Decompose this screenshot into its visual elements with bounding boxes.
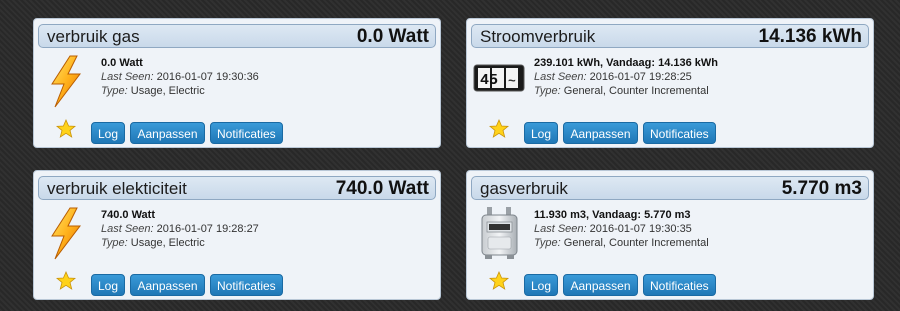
card-header: verbruik elekticiteit 740.0 Watt [38, 176, 436, 200]
notifications-button[interactable]: Notificaties [642, 274, 716, 296]
lightning-icon[interactable] [40, 53, 94, 109]
log-button[interactable]: Log [524, 274, 559, 296]
device-value: 14.136 kWh [758, 26, 863, 47]
device-data: 11.930 m3, Vandaag: 5.770 m3 [534, 209, 691, 221]
svg-text:~: ~ [508, 74, 516, 89]
device-title: verbruik elekticiteit [47, 179, 187, 198]
device-info: 0.0 Watt Last Seen: 2016-01-07 19:30:36 … [101, 56, 259, 98]
type-value: Usage, Electric [130, 237, 205, 249]
counter-icon[interactable]: 45 ~ [473, 53, 527, 109]
favorite-star-icon[interactable] [488, 118, 510, 139]
favorite-star-icon[interactable] [55, 270, 77, 291]
device-card-stroomverbruik: Stroomverbruik 14.136 kWh 45 ~ 239.101 k… [466, 18, 874, 148]
last-seen-label: Last Seen: [534, 223, 587, 235]
type-label: Type: [101, 237, 128, 249]
lightning-icon[interactable] [40, 205, 94, 261]
device-info: 239.101 kWh, Vandaag: 14.136 kWh Last Se… [534, 56, 718, 98]
device-info: 11.930 m3, Vandaag: 5.770 m3 Last Seen: … [534, 208, 709, 250]
edit-button[interactable]: Aanpassen [563, 122, 638, 144]
type-value: General, Counter Incremental [563, 237, 709, 249]
card-header: gasverbruik 5.770 m3 [471, 176, 869, 200]
gas-meter-icon[interactable] [473, 205, 527, 261]
device-value: 5.770 m3 [781, 178, 862, 199]
last-seen-label: Last Seen: [534, 71, 587, 83]
notifications-button[interactable]: Notificaties [209, 274, 283, 296]
card-header: Stroomverbruik 14.136 kWh [471, 24, 869, 48]
device-card-verbruik-elekticiteit: verbruik elekticiteit 740.0 Watt 740.0 W… [33, 170, 441, 300]
notifications-button[interactable]: Notificaties [642, 122, 716, 144]
type-value: General, Counter Incremental [563, 85, 709, 97]
edit-button[interactable]: Aanpassen [130, 274, 205, 296]
type-value: Usage, Electric [130, 85, 205, 97]
device-info: 740.0 Watt Last Seen: 2016-01-07 19:28:2… [101, 208, 259, 250]
device-card-gasverbruik: gasverbruik 5.770 m3 11.930 m3, Vandaag:… [466, 170, 874, 300]
card-header: verbruik gas 0.0 Watt [38, 24, 436, 48]
device-title: Stroomverbruik [480, 27, 596, 46]
type-label: Type: [101, 85, 128, 97]
edit-button[interactable]: Aanpassen [563, 274, 638, 296]
last-seen-label: Last Seen: [101, 223, 154, 235]
device-value: 0.0 Watt [356, 26, 429, 47]
last-seen-label: Last Seen: [101, 71, 154, 83]
device-data: 740.0 Watt [101, 209, 156, 221]
last-seen-value: 2016-01-07 19:30:35 [589, 223, 692, 235]
device-title: gasverbruik [480, 179, 568, 198]
log-button[interactable]: Log [524, 122, 559, 144]
edit-button[interactable]: Aanpassen [130, 122, 205, 144]
favorite-star-icon[interactable] [488, 270, 510, 291]
device-data: 239.101 kWh, Vandaag: 14.136 kWh [534, 57, 719, 69]
log-button[interactable]: Log [91, 274, 126, 296]
device-value: 740.0 Watt [335, 178, 429, 199]
device-title: verbruik gas [47, 27, 140, 46]
notifications-button[interactable]: Notificaties [209, 122, 283, 144]
counter-digits: 45 [480, 72, 498, 89]
device-data: 0.0 Watt [101, 57, 143, 69]
last-seen-value: 2016-01-07 19:28:25 [589, 71, 692, 83]
type-label: Type: [534, 85, 561, 97]
last-seen-value: 2016-01-07 19:28:27 [156, 223, 259, 235]
device-card-verbruik-gas: verbruik gas 0.0 Watt 0.0 Watt Last Seen… [33, 18, 441, 148]
last-seen-value: 2016-01-07 19:30:36 [156, 71, 259, 83]
favorite-star-icon[interactable] [55, 118, 77, 139]
log-button[interactable]: Log [91, 122, 126, 144]
type-label: Type: [534, 237, 561, 249]
